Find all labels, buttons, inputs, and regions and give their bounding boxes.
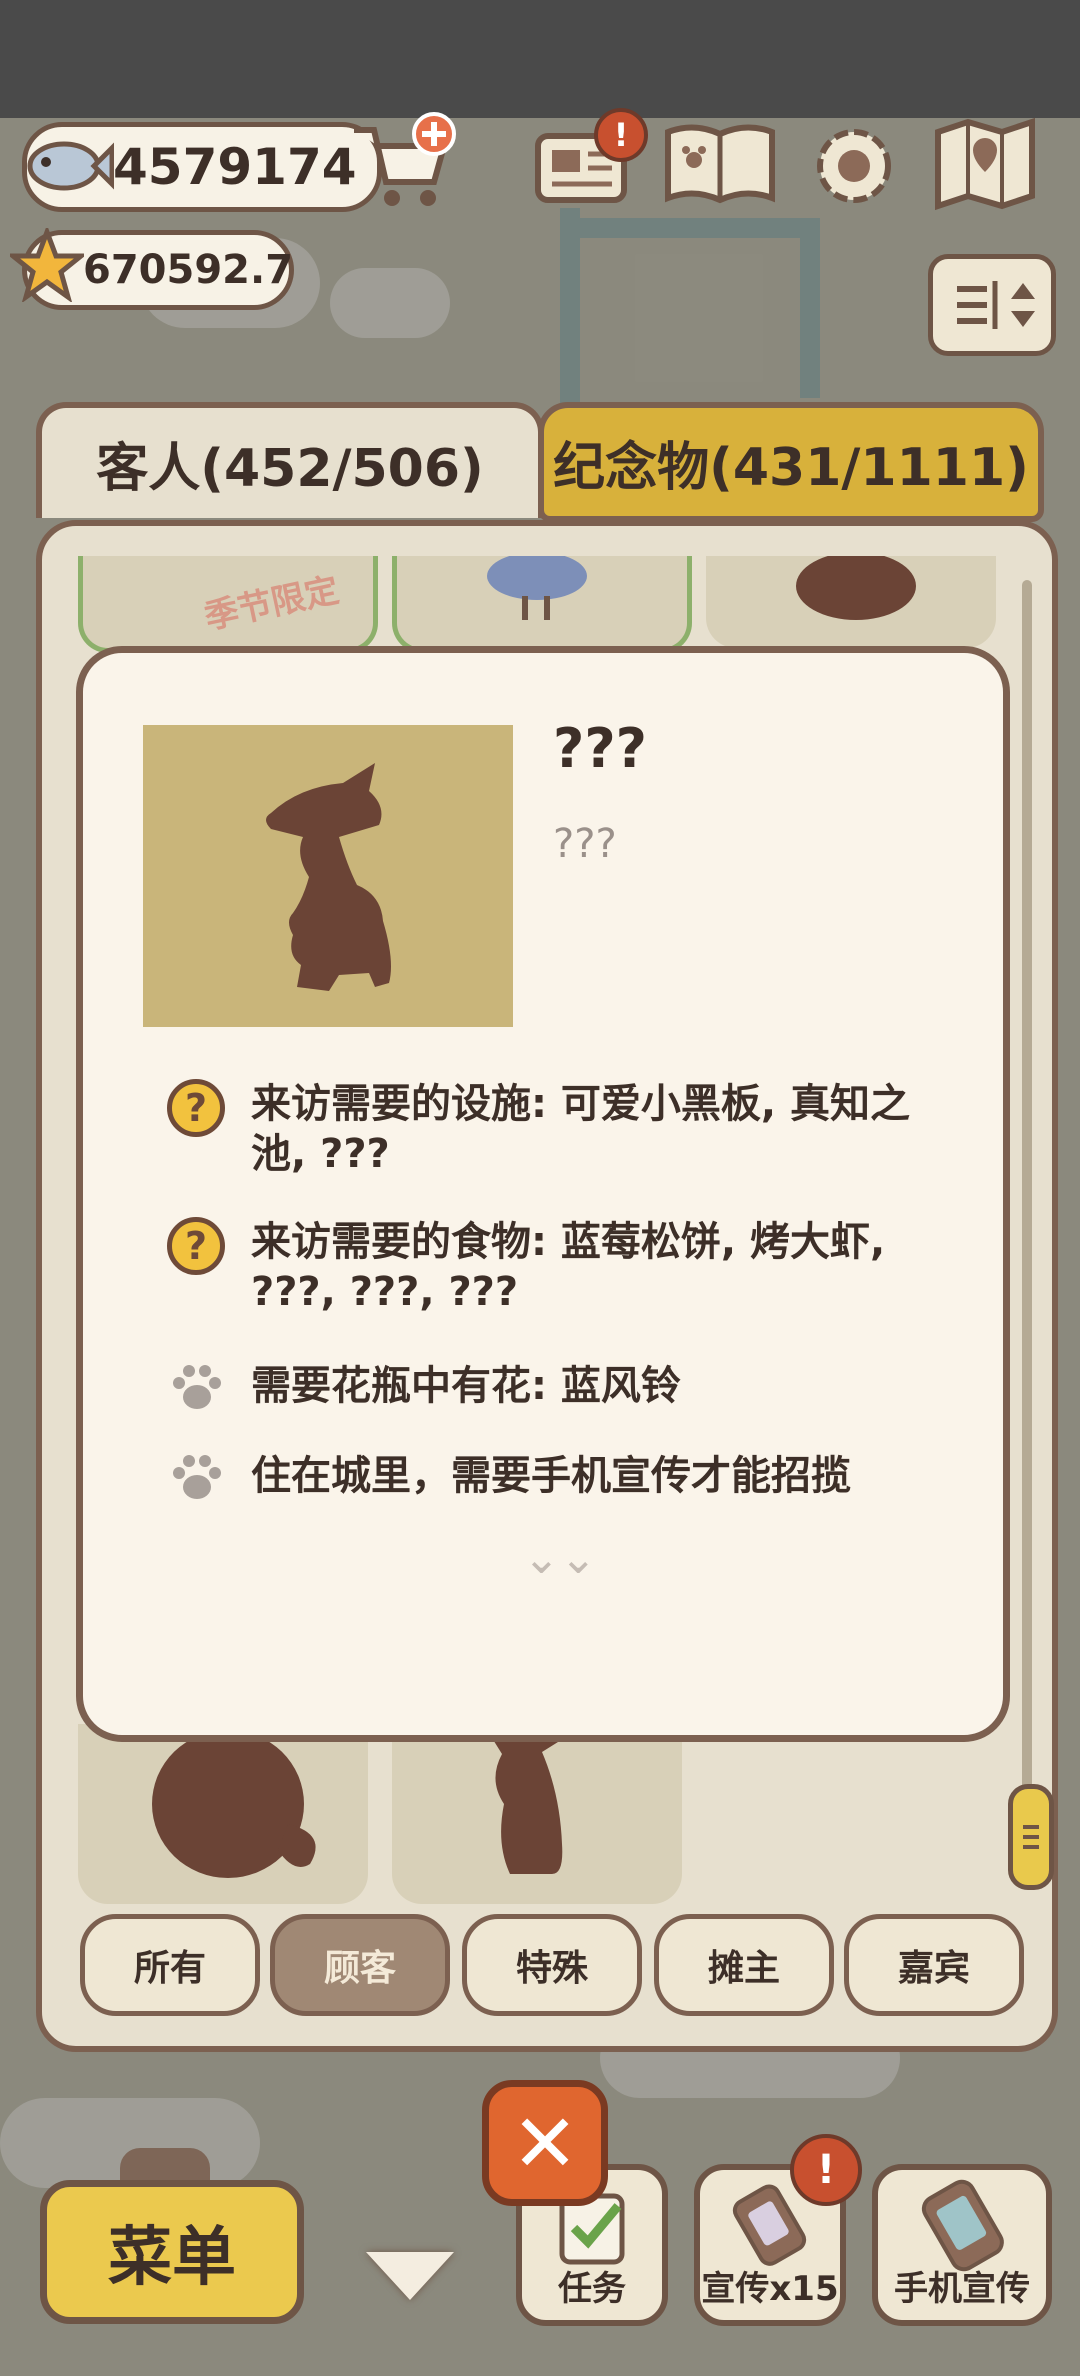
unknown-guest-silhouette: [266, 763, 391, 991]
guest-card[interactable]: [392, 556, 692, 653]
tab-guests[interactable]: 客人(452/506): [36, 402, 544, 518]
phone-promote-button[interactable]: 手机宣传: [872, 2164, 1052, 2326]
guest-portrait: [143, 725, 513, 1027]
requirement-facilities: 来访需要的设施: 可爱小黑板, 真知之池, ???: [251, 1081, 911, 1177]
requirement-flower: 需要花瓶中有花: 蓝风铃: [251, 1363, 681, 1409]
menu-button[interactable]: 菜单: [40, 2180, 304, 2324]
guest-silhouette: [796, 556, 916, 620]
scroll-handle[interactable]: [1008, 1784, 1054, 1890]
filter-special[interactable]: 特殊: [462, 1914, 642, 2016]
phone-promote-label: 手机宣传: [894, 2269, 1030, 2309]
promote-badge: !: [790, 2134, 862, 2206]
guest-name: ???: [553, 717, 647, 780]
scroll-track[interactable]: [1022, 580, 1032, 1880]
gear-icon[interactable]: [806, 118, 902, 214]
grip-icon: [1023, 1825, 1039, 1849]
fish-icon: [18, 122, 114, 206]
sort-toggle-icon: [957, 281, 1035, 329]
tasks-label: 任务: [558, 2269, 626, 2309]
filter-customers[interactable]: 顾客: [270, 1914, 450, 2016]
cart-plus-icon[interactable]: [348, 112, 458, 212]
news-badge: !: [594, 108, 648, 162]
paw-book-icon[interactable]: [660, 118, 780, 212]
guest-card[interactable]: [78, 1724, 368, 1904]
question-icon: ?: [167, 1079, 225, 1137]
filter-all[interactable]: 所有: [80, 1914, 260, 2016]
fish-currency-value: 4579174: [113, 138, 357, 196]
question-icon: ?: [167, 1217, 225, 1275]
guest-silhouette: [492, 1732, 563, 1874]
more-chevron-icon: ⌄⌄: [523, 1533, 597, 1584]
seasonal-stamp: 季节限定: [201, 570, 343, 638]
guest-card[interactable]: [706, 556, 996, 648]
sort-toggle-button[interactable]: [928, 254, 1056, 356]
guest-portrait: [487, 556, 587, 620]
star-icon: [10, 228, 84, 302]
filter-vendors[interactable]: 摊主: [654, 1914, 834, 2016]
close-button[interactable]: ✕: [482, 2080, 608, 2206]
filter-guests-of-honor[interactable]: 嘉宾: [844, 1914, 1024, 2016]
guest-card[interactable]: [392, 1724, 682, 1904]
guest-detail-popup: ??? ??? ? 来访需要的设施: 可爱小黑板, 真知之池, ??? ? 来访…: [76, 646, 1010, 1742]
tab-souvenirs[interactable]: 纪念物(431/1111): [538, 402, 1044, 522]
requirement-food: 来访需要的食物: 蓝莓松饼, 烤大虾, ???, ???, ???: [251, 1219, 886, 1315]
guest-card[interactable]: 季节限定: [78, 556, 378, 653]
paw-icon: [173, 1455, 221, 1499]
requirement-promotion: 住在城里，需要手机宣传才能招揽: [251, 1453, 851, 1499]
guest-silhouette: [152, 1730, 316, 1878]
guest-description: ???: [553, 821, 617, 867]
map-icon[interactable]: [930, 114, 1040, 214]
collapse-arrow-icon[interactable]: [366, 2252, 454, 2300]
promote-ticket-label: 宣传x15: [701, 2269, 839, 2309]
paw-icon: [173, 1365, 221, 1409]
star-currency-value: 670592.7: [83, 247, 294, 293]
